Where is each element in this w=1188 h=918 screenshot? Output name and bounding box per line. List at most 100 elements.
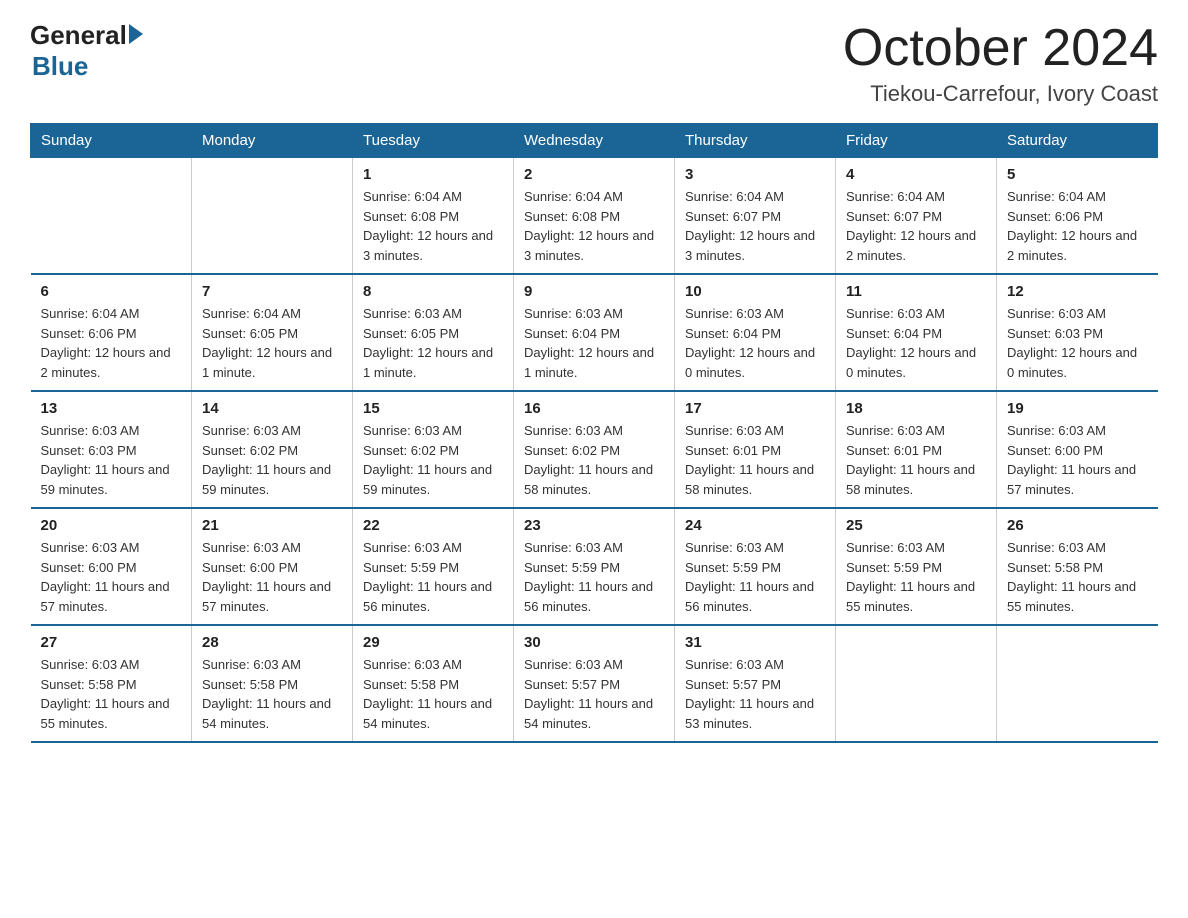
day-number: 8	[363, 283, 503, 300]
calendar-cell: 10Sunrise: 6:03 AMSunset: 6:04 PMDayligh…	[675, 274, 836, 391]
calendar-cell: 22 Sunrise: 6:03 AMSunset: 5:59 PMDayligh…	[353, 508, 514, 625]
day-number: 5	[1007, 166, 1148, 183]
day-number: 20	[41, 517, 182, 534]
day-info: Sunrise: 6:03 AMSunset: 5:57 PMDaylight:…	[524, 655, 664, 733]
day-info: Sunrise: 6:03 AMSunset: 5:59 PMDaylight:…	[363, 538, 503, 616]
calendar-cell: 27 Sunrise: 6:03 AMSunset: 5:58 PMDayligh…	[31, 625, 192, 742]
page-header: General Blue October 2024 Tiekou-Carrefo…	[30, 20, 1158, 107]
calendar-cell: 25 Sunrise: 6:03 AMSunset: 5:59 PMDayligh…	[836, 508, 997, 625]
day-info: Sunrise: 6:03 AMSunset: 6:01 PMDaylight:…	[846, 421, 986, 499]
calendar-cell: 15 Sunrise: 6:03 AMSunset: 6:02 PMDayligh…	[353, 391, 514, 508]
day-number: 16	[524, 400, 664, 417]
day-info: Sunrise: 6:03 AMSunset: 6:03 PMDaylight:…	[1007, 304, 1148, 382]
title-section: October 2024 Tiekou-Carrefour, Ivory Coa…	[843, 20, 1158, 107]
calendar-header-row: SundayMondayTuesdayWednesdayThursdayFrid…	[31, 124, 1158, 158]
day-number: 11	[846, 283, 986, 300]
day-number: 29	[363, 634, 503, 651]
calendar-cell: 9 Sunrise: 6:03 AMSunset: 6:04 PMDaylight…	[514, 274, 675, 391]
calendar-cell: 13Sunrise: 6:03 AMSunset: 6:03 PMDayligh…	[31, 391, 192, 508]
calendar-cell	[836, 625, 997, 742]
day-info: Sunrise: 6:03 AMSunset: 5:59 PMDaylight:…	[524, 538, 664, 616]
day-info: Sunrise: 6:03 AMSunset: 5:59 PMDaylight:…	[685, 538, 825, 616]
week-row-4: 20 Sunrise: 6:03 AMSunset: 6:00 PMDayligh…	[31, 508, 1158, 625]
day-info: Sunrise: 6:03 AMSunset: 5:58 PMDaylight:…	[41, 655, 182, 733]
calendar-cell: 28 Sunrise: 6:03 AMSunset: 5:58 PMDayligh…	[192, 625, 353, 742]
day-number: 6	[41, 283, 182, 300]
calendar-cell: 21Sunrise: 6:03 AMSunset: 6:00 PMDayligh…	[192, 508, 353, 625]
day-info: Sunrise: 6:03 AMSunset: 6:00 PMDaylight:…	[41, 538, 182, 616]
day-info: Sunrise: 6:03 AMSunset: 6:02 PMDaylight:…	[524, 421, 664, 499]
page-title: October 2024	[843, 20, 1158, 77]
calendar-cell: 7Sunrise: 6:04 AMSunset: 6:05 PMDaylight…	[192, 274, 353, 391]
day-info: Sunrise: 6:03 AMSunset: 6:00 PMDaylight:…	[202, 538, 342, 616]
calendar-cell: 5 Sunrise: 6:04 AMSunset: 6:06 PMDaylight…	[997, 158, 1158, 275]
day-number: 28	[202, 634, 342, 651]
day-info: Sunrise: 6:03 AMSunset: 6:02 PMDaylight:…	[202, 421, 342, 499]
day-number: 26	[1007, 517, 1148, 534]
day-info: Sunrise: 6:04 AMSunset: 6:06 PMDaylight:…	[41, 304, 182, 382]
column-header-tuesday: Tuesday	[353, 124, 514, 158]
day-number: 25	[846, 517, 986, 534]
day-info: Sunrise: 6:04 AMSunset: 6:07 PMDaylight:…	[685, 187, 825, 265]
week-row-5: 27 Sunrise: 6:03 AMSunset: 5:58 PMDayligh…	[31, 625, 1158, 742]
day-number: 14	[202, 400, 342, 417]
day-number: 27	[41, 634, 182, 651]
day-number: 17	[685, 400, 825, 417]
day-info: Sunrise: 6:03 AMSunset: 5:59 PMDaylight:…	[846, 538, 986, 616]
calendar-cell: 30 Sunrise: 6:03 AMSunset: 5:57 PMDayligh…	[514, 625, 675, 742]
day-number: 15	[363, 400, 503, 417]
calendar-cell: 11Sunrise: 6:03 AMSunset: 6:04 PMDayligh…	[836, 274, 997, 391]
day-number: 13	[41, 400, 182, 417]
calendar-cell: 20 Sunrise: 6:03 AMSunset: 6:00 PMDayligh…	[31, 508, 192, 625]
day-number: 9	[524, 283, 664, 300]
column-header-saturday: Saturday	[997, 124, 1158, 158]
calendar-cell: 12 Sunrise: 6:03 AMSunset: 6:03 PMDayligh…	[997, 274, 1158, 391]
day-number: 2	[524, 166, 664, 183]
day-info: Sunrise: 6:04 AMSunset: 6:08 PMDaylight:…	[363, 187, 503, 265]
week-row-2: 6 Sunrise: 6:04 AMSunset: 6:06 PMDaylight…	[31, 274, 1158, 391]
column-header-thursday: Thursday	[675, 124, 836, 158]
day-number: 23	[524, 517, 664, 534]
calendar-cell: 1 Sunrise: 6:04 AMSunset: 6:08 PMDaylight…	[353, 158, 514, 275]
calendar-cell: 19Sunrise: 6:03 AMSunset: 6:00 PMDayligh…	[997, 391, 1158, 508]
calendar-cell: 3 Sunrise: 6:04 AMSunset: 6:07 PMDaylight…	[675, 158, 836, 275]
day-info: Sunrise: 6:04 AMSunset: 6:06 PMDaylight:…	[1007, 187, 1148, 265]
calendar-cell: 6 Sunrise: 6:04 AMSunset: 6:06 PMDaylight…	[31, 274, 192, 391]
column-header-monday: Monday	[192, 124, 353, 158]
column-header-wednesday: Wednesday	[514, 124, 675, 158]
day-info: Sunrise: 6:03 AMSunset: 6:05 PMDaylight:…	[363, 304, 503, 382]
day-info: Sunrise: 6:03 AMSunset: 6:04 PMDaylight:…	[524, 304, 664, 382]
page-subtitle: Tiekou-Carrefour, Ivory Coast	[843, 81, 1158, 107]
calendar-cell: 24 Sunrise: 6:03 AMSunset: 5:59 PMDayligh…	[675, 508, 836, 625]
day-number: 22	[363, 517, 503, 534]
day-number: 1	[363, 166, 503, 183]
day-info: Sunrise: 6:03 AMSunset: 6:00 PMDaylight:…	[1007, 421, 1148, 499]
day-info: Sunrise: 6:03 AMSunset: 6:01 PMDaylight:…	[685, 421, 825, 499]
day-info: Sunrise: 6:03 AMSunset: 6:02 PMDaylight:…	[363, 421, 503, 499]
calendar-cell: 23 Sunrise: 6:03 AMSunset: 5:59 PMDayligh…	[514, 508, 675, 625]
day-number: 24	[685, 517, 825, 534]
calendar-cell: 29Sunrise: 6:03 AMSunset: 5:58 PMDayligh…	[353, 625, 514, 742]
calendar-cell: 8 Sunrise: 6:03 AMSunset: 6:05 PMDaylight…	[353, 274, 514, 391]
day-info: Sunrise: 6:03 AMSunset: 6:04 PMDaylight:…	[685, 304, 825, 382]
week-row-3: 13Sunrise: 6:03 AMSunset: 6:03 PMDayligh…	[31, 391, 1158, 508]
day-number: 18	[846, 400, 986, 417]
calendar-table: SundayMondayTuesdayWednesdayThursdayFrid…	[30, 123, 1158, 743]
day-number: 3	[685, 166, 825, 183]
logo-arrow-icon	[129, 24, 143, 44]
day-number: 30	[524, 634, 664, 651]
calendar-cell	[31, 158, 192, 275]
day-number: 12	[1007, 283, 1148, 300]
calendar-cell: 17 Sunrise: 6:03 AMSunset: 6:01 PMDayligh…	[675, 391, 836, 508]
calendar-cell	[997, 625, 1158, 742]
logo-text-general: General	[30, 20, 127, 51]
column-header-sunday: Sunday	[31, 124, 192, 158]
day-number: 4	[846, 166, 986, 183]
calendar-cell: 18 Sunrise: 6:03 AMSunset: 6:01 PMDayligh…	[836, 391, 997, 508]
calendar-cell: 16 Sunrise: 6:03 AMSunset: 6:02 PMDayligh…	[514, 391, 675, 508]
day-info: Sunrise: 6:03 AMSunset: 5:58 PMDaylight:…	[202, 655, 342, 733]
day-info: Sunrise: 6:04 AMSunset: 6:07 PMDaylight:…	[846, 187, 986, 265]
day-info: Sunrise: 6:03 AMSunset: 5:57 PMDaylight:…	[685, 655, 825, 733]
day-number: 7	[202, 283, 342, 300]
day-info: Sunrise: 6:04 AMSunset: 6:08 PMDaylight:…	[524, 187, 664, 265]
